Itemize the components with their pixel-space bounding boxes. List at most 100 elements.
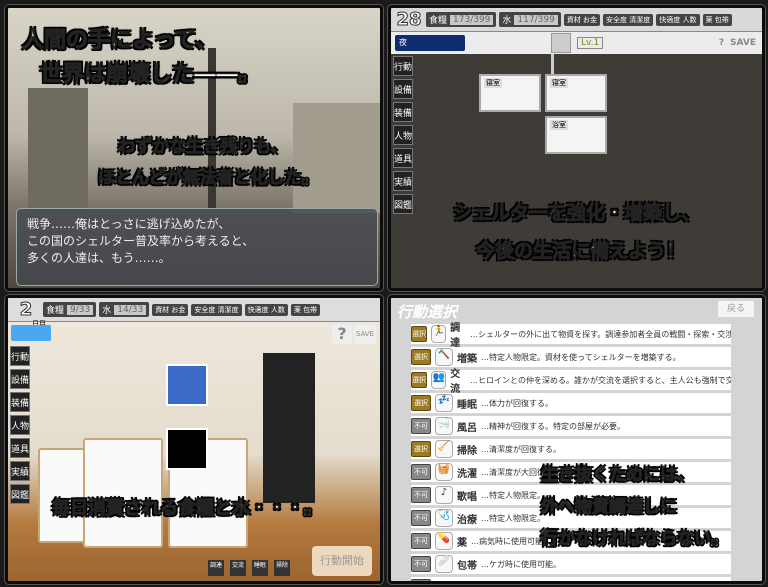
help-button[interactable]: ?: [719, 38, 724, 48]
save-button[interactable]: SAVE: [730, 38, 756, 48]
stat-comfort: 快適度 人数: [244, 303, 288, 316]
menu-equipment[interactable]: 装備: [10, 392, 30, 412]
menu-encyclopedia[interactable]: 図鑑: [393, 194, 413, 214]
ruined-building: [293, 103, 380, 213]
select-button[interactable]: 不可: [411, 464, 431, 480]
action-name: 包帯: [457, 560, 477, 572]
day-counter: 28: [396, 9, 422, 31]
sub-bar: 夜 Lv.1 ? SAVE: [391, 32, 762, 54]
menu-achievements[interactable]: 実績: [393, 171, 413, 191]
message-line: 多くの人達は、もう……。: [27, 251, 171, 265]
stat-medicine: 薬 包帯: [702, 13, 732, 26]
stat-comfort: 快適度 人数: [656, 13, 700, 26]
action-name: 睡眠: [457, 399, 477, 411]
menu-items[interactable]: 道具: [393, 148, 413, 168]
time-of-day: [11, 325, 51, 341]
action-desc: …清潔度が回復する。: [481, 444, 561, 454]
action-select-panel: 行動選択 戻る 選択 🏃 調達 …シェルターの外に出て物資を探す。調達参加者全員の戦闘…: [388, 295, 765, 584]
quick-procure[interactable]: 調達: [208, 560, 224, 576]
start-action-button[interactable]: 行動開始: [312, 546, 372, 576]
status-bar: 2 食糧 9/33 水 14/33 資材 お金 安全度 清潔度 快適度 人数 薬 包…: [8, 298, 380, 322]
panel-title: 行動選択: [397, 303, 458, 321]
select-button[interactable]: 不可: [411, 556, 431, 572]
stat-materials: 資材 お金: [563, 13, 601, 26]
menu-facility[interactable]: 設備: [393, 79, 413, 99]
stat-water: 水 117/399: [499, 12, 561, 27]
action-desc: …ヒロインとの仲を深める。誰かが交流を選択すると、主人公も強制で交流に切り替わる…: [470, 375, 731, 385]
select-button[interactable]: 不可: [411, 579, 431, 581]
action-icon: 👥: [431, 371, 447, 389]
action-icon: 💤: [435, 394, 453, 412]
time-of-day: 夜: [395, 35, 465, 51]
quick-sleep[interactable]: 睡眠: [252, 560, 268, 576]
quick-interact[interactable]: 交流: [230, 560, 246, 576]
action-icon: 🛁: [435, 417, 453, 435]
menu-items[interactable]: 道具: [10, 438, 30, 458]
select-button[interactable]: 選択: [411, 395, 431, 411]
select-button[interactable]: 不可: [411, 418, 431, 434]
menu-action[interactable]: 行動: [10, 346, 30, 366]
action-name: 治療: [457, 514, 477, 526]
shelter-panel: 28 食糧 173/399 水 117/399 資材 お金 安全度 清潔度 快適度 …: [388, 5, 765, 291]
select-button[interactable]: 選択: [411, 326, 428, 342]
action-desc: …特定人物限定。: [481, 490, 545, 500]
action-desc: …特定人物限定。: [481, 513, 545, 523]
character-portrait[interactable]: [166, 364, 208, 406]
action-row[interactable]: 不可 🩹 包帯 …ケガ時に使用可能。: [411, 554, 731, 574]
select-button[interactable]: 不可: [411, 533, 431, 549]
help-button[interactable]: ?: [332, 324, 352, 344]
action-row[interactable]: 選択👥交流 …ヒロインとの仲を深める。誰かが交流を選択すると、主人公も強制で交流に…: [411, 369, 731, 395]
quick-actions: 調達 交流 睡眠 掃除: [208, 560, 290, 576]
menu-achievements[interactable]: 実績: [10, 461, 30, 481]
sidebar-menu: 行動 設備 装備 人物 道具 実績 図鑑: [10, 346, 30, 504]
action-desc: …精神が回復する。特定の部屋が必要。: [481, 421, 625, 431]
room-bath[interactable]: 浴室: [545, 116, 607, 154]
select-button[interactable]: 不可: [411, 487, 431, 503]
message-window[interactable]: 戦争……俺はとっさに逃げ込めたが、 この国のシェルター普及率から考えると、 多く…: [16, 208, 378, 286]
action-desc: 薬・包帯の使用をキャンセルする。: [435, 582, 563, 585]
daily-panel: 2 食糧 9/33 水 14/33 資材 お金 安全度 清潔度 快適度 人数 薬 包…: [5, 295, 383, 584]
select-button[interactable]: 選択: [411, 349, 431, 365]
action-row[interactable]: 選択 💤 睡眠 …体力が回復する。: [411, 393, 731, 413]
action-name: 風呂: [457, 422, 477, 434]
menu-action[interactable]: 行動: [393, 56, 413, 76]
action-icon: 🩺: [435, 509, 453, 527]
headline: 人間の手によって、: [21, 28, 218, 54]
day-counter: 2: [19, 299, 33, 321]
room-bedroom[interactable]: 寝室: [545, 74, 607, 112]
menu-characters[interactable]: 人物: [10, 415, 30, 435]
back-button[interactable]: 戻る: [718, 301, 754, 317]
message-line: 戦争……俺はとっさに逃げ込めたが、: [27, 217, 231, 231]
character-portrait[interactable]: [166, 428, 208, 470]
action-desc: …体力が回復する。: [481, 398, 553, 408]
caption: シェルターを強化・増築し、: [452, 202, 701, 225]
caption: 毎日消費される食糧と水・・・。: [52, 498, 323, 520]
stat-materials: 資材 お金: [152, 303, 189, 316]
action-desc: …特定人物限定。資材を使ってシェルターを増築する。: [481, 352, 681, 362]
slot[interactable]: [551, 33, 571, 53]
menu-equipment[interactable]: 装備: [393, 102, 413, 122]
action-row[interactable]: 選択 🧹 掃除 …清潔度が回復する。: [411, 439, 731, 459]
stat-food: 食糧 9/33: [43, 302, 97, 317]
action-name: 調達: [450, 323, 461, 349]
caption: 今後の生活に備えよう！: [475, 240, 686, 263]
quick-clean[interactable]: 掃除: [274, 560, 290, 576]
action-icon: 🔨: [435, 348, 453, 366]
action-row[interactable]: 不可 🛁 風呂 …精神が回復する。特定の部屋が必要。: [411, 416, 731, 436]
action-row[interactable]: 不可薬・包帯の使用をキャンセルする。: [411, 577, 731, 585]
action-row[interactable]: 選択🏃調達 …シェルターの外に出て物資を探す。調達参加者全員の戦闘・探索・交渉の値…: [411, 323, 731, 349]
action-icon: 🩹: [435, 555, 453, 573]
save-button[interactable]: SAVE: [354, 324, 376, 344]
subline: ほとんどが無法者と化した。: [98, 168, 319, 189]
menu-encyclopedia[interactable]: 図鑑: [10, 484, 30, 504]
select-button[interactable]: 選択: [411, 372, 428, 388]
caption: 外へ物資調達しに: [541, 497, 678, 518]
room-bedroom[interactable]: 寝室: [479, 74, 541, 112]
menu-facility[interactable]: 設備: [10, 369, 30, 389]
menu-characters[interactable]: 人物: [393, 125, 413, 145]
action-desc: …シェルターの外に出て物資を探す。調達参加者全員の戦闘・探索・交渉の値を合計する…: [470, 329, 731, 339]
action-row[interactable]: 選択 🔨 増築 …特定人物限定。資材を使ってシェルターを増築する。: [411, 347, 731, 367]
select-button[interactable]: 選択: [411, 441, 431, 457]
sidebar-menu: 行動 設備 装備 人物 道具 実績 図鑑: [393, 56, 413, 214]
select-button[interactable]: 不可: [411, 510, 431, 526]
